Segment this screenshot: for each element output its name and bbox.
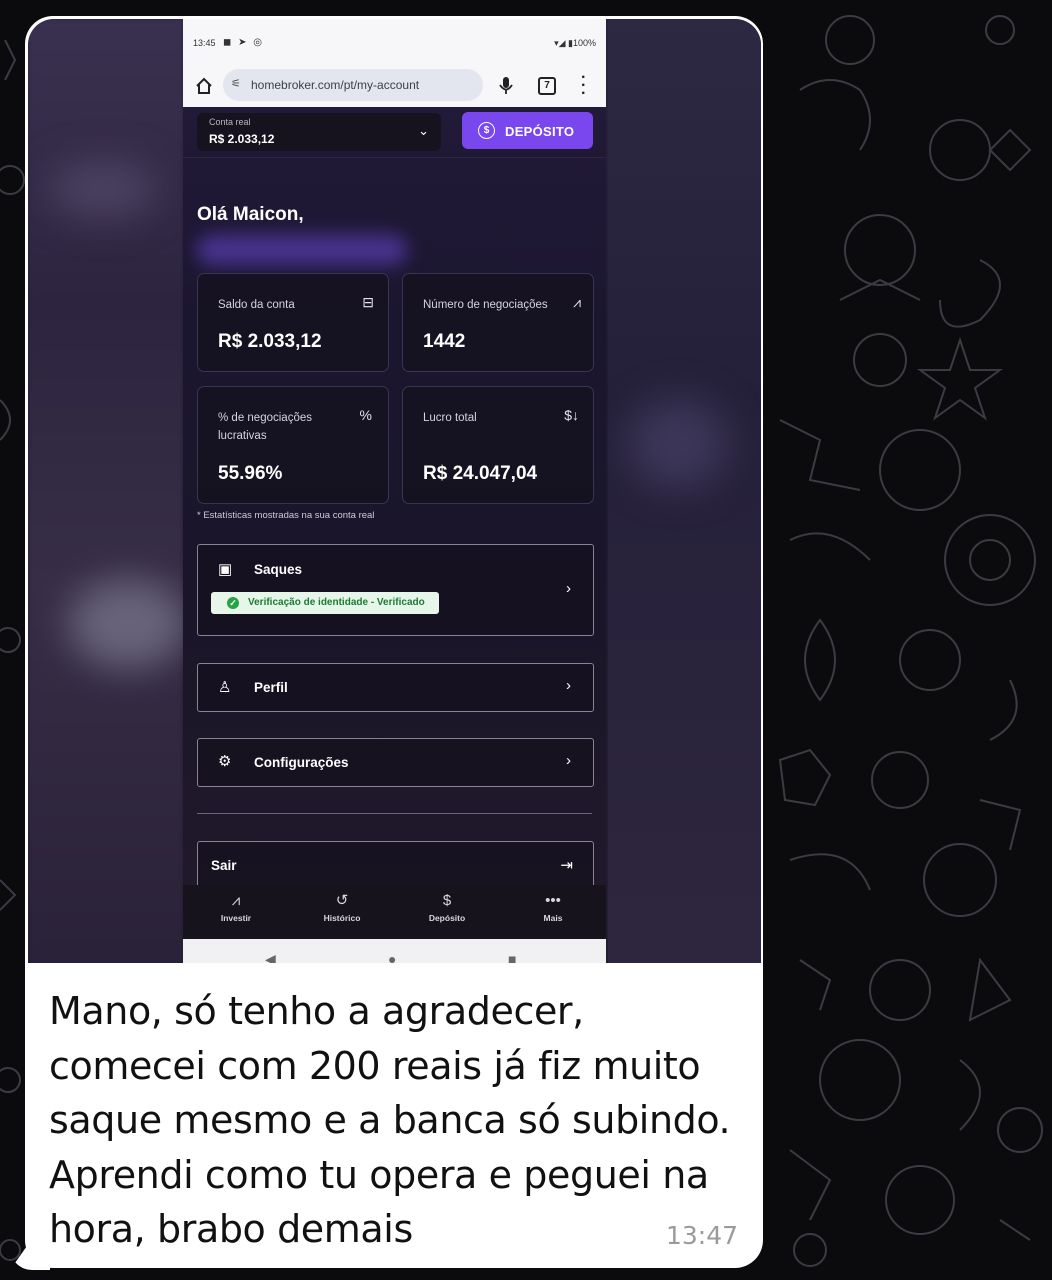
message-text: Mano, só tenho a agradecer, comecei com … [49, 984, 749, 1257]
home-circle-icon[interactable]: ● [388, 951, 396, 963]
stats-note: * Estatísticas mostradas na sua conta re… [197, 510, 375, 521]
blur-spot [48, 159, 158, 219]
microphone-icon[interactable] [498, 75, 514, 97]
browser-toolbar: ⚟ homebroker.com/pt/my-account 7 · · · [183, 67, 606, 107]
chevron-right-icon: › [566, 580, 571, 597]
header-divider [183, 157, 606, 158]
notification-icons: ◼ ➤ ◎ [223, 37, 264, 48]
android-nav-bar: ◀ ● ■ [183, 939, 606, 963]
withdraw-menu-item[interactable]: ▣ Saques ✓ Verificação de identidade - V… [197, 544, 594, 636]
stat-title: Saldo da conta [218, 299, 295, 311]
dollar-arrow-icon: $↓ [564, 407, 579, 423]
message-line: Aprendi como tu opera e peguei na [49, 1152, 709, 1197]
more-horiz-icon: ••• [545, 892, 561, 909]
home-icon[interactable] [194, 76, 214, 96]
nav-label: Investir [220, 913, 252, 923]
account-type-label: Conta real [209, 117, 251, 127]
battery-percent: 100% [572, 38, 596, 48]
stat-value: R$ 24.047,04 [423, 463, 538, 484]
withdraw-label: Saques [254, 562, 303, 577]
chevron-right-icon: › [566, 752, 571, 769]
chart-up-icon: ⩘ [573, 294, 581, 310]
account-selector[interactable]: Conta real R$ 2.033,12 ⌄ [197, 113, 441, 151]
battery-status: ▾◢ ▮100% [554, 38, 596, 48]
blur-spot [68, 579, 188, 669]
percent-icon: % [359, 407, 372, 423]
stat-value: 55.96% [218, 463, 283, 484]
logout-icon: ⇥ [560, 857, 573, 874]
bottom-nav: ⩘ Investir ↺ Histórico $ Depósito ••• Ma… [183, 885, 606, 939]
history-icon: ↺ [335, 892, 349, 909]
recents-icon[interactable]: ■ [508, 951, 516, 963]
wallet-icon: ▣ [218, 561, 233, 578]
message-bubble[interactable]: 13:45 ◼ ➤ ◎ ▾◢ ▮100% ⚟ homebroker.com/pt… [25, 16, 763, 1268]
nav-deposit[interactable]: $ Depósito [407, 891, 487, 923]
stat-title: % de negociações lucrativas [218, 412, 312, 442]
stat-card-trades: Número de negociações ⩘ 1442 [402, 273, 594, 372]
settings-label: Configurações [254, 755, 349, 770]
profile-menu-item[interactable]: ♙ Perfil › [197, 663, 594, 712]
chart-up-icon: ⩘ [231, 892, 241, 909]
greeting: Olá Maicon, [197, 204, 304, 225]
cash-icon: ⊟ [362, 294, 374, 310]
stat-card-profit: Lucro total $↓ R$ 24.047,04 [402, 386, 594, 504]
logout-label: Sair [211, 858, 237, 873]
url-text: homebroker.com/pt/my-account [251, 78, 420, 92]
blurred-edge-right [608, 19, 761, 963]
verification-text: Verificação de identidade - Verificado [248, 597, 425, 608]
message-line: saque mesmo e a banca só subindo. [49, 1098, 731, 1142]
settings-menu-item[interactable]: ⚙ Configurações › [197, 738, 594, 787]
stat-value: 1442 [423, 331, 466, 352]
site-settings-icon[interactable]: ⚟ [231, 77, 241, 90]
blurred-text [197, 235, 407, 265]
message-line: Mano, só tenho a agradecer, [49, 989, 584, 1033]
person-icon: ♙ [218, 679, 232, 696]
message-line: hora, brabo demais [49, 1207, 413, 1251]
stat-card-win-rate: % de negociações lucrativas % 55.96% [197, 386, 389, 504]
url-field[interactable]: ⚟ homebroker.com/pt/my-account [223, 69, 483, 101]
profile-label: Perfil [254, 680, 288, 695]
dollar-circle-icon: $ [478, 122, 495, 139]
nav-history[interactable]: ↺ Histórico [302, 891, 382, 923]
stat-value: R$ 2.033,12 [218, 331, 322, 352]
screenshot-image[interactable]: 13:45 ◼ ➤ ◎ ▾◢ ▮100% ⚟ homebroker.com/pt… [28, 19, 761, 963]
stat-title: Lucro total [423, 412, 477, 424]
nav-invest[interactable]: ⩘ Investir [196, 891, 276, 923]
more-vert-icon[interactable]: · · · [581, 70, 586, 102]
stat-title: Número de negociações [423, 299, 548, 311]
chevron-right-icon: › [566, 677, 571, 694]
nav-label: Histórico [323, 913, 361, 923]
back-icon[interactable]: ◀ [265, 951, 276, 963]
status-bar: 13:45 ◼ ➤ ◎ ▾◢ ▮100% [183, 19, 606, 67]
tab-switcher-button[interactable]: 7 [538, 77, 556, 95]
nav-label: Depósito [428, 913, 466, 923]
check-circle-icon: ✓ [227, 597, 239, 609]
deposit-button[interactable]: $ DEPÓSITO [462, 112, 593, 149]
dollar-circle-icon: $ [442, 892, 452, 909]
message-timestamp: 13:47 [666, 1221, 739, 1250]
status-time: 13:45 [193, 38, 216, 48]
chevron-down-icon: ⌄ [418, 123, 429, 138]
menu-divider [197, 813, 592, 814]
account-balance: R$ 2.033,12 [209, 132, 275, 146]
gear-icon: ⚙ [218, 753, 232, 770]
nav-more[interactable]: ••• Mais [513, 891, 593, 923]
verification-badge: ✓ Verificação de identidade - Verificado [211, 592, 439, 614]
stat-card-balance: Saldo da conta ⊟ R$ 2.033,12 [197, 273, 389, 372]
broker-app: Conta real R$ 2.033,12 ⌄ $ DEPÓSITO Olá … [183, 107, 606, 963]
phone-screen: 13:45 ◼ ➤ ◎ ▾◢ ▮100% ⚟ homebroker.com/pt… [183, 19, 606, 963]
message-line: comecei com 200 reais já fiz muito [49, 1043, 701, 1088]
nav-label: Mais [543, 913, 563, 923]
blur-spot [628, 399, 728, 489]
deposit-label: DEPÓSITO [505, 124, 575, 139]
